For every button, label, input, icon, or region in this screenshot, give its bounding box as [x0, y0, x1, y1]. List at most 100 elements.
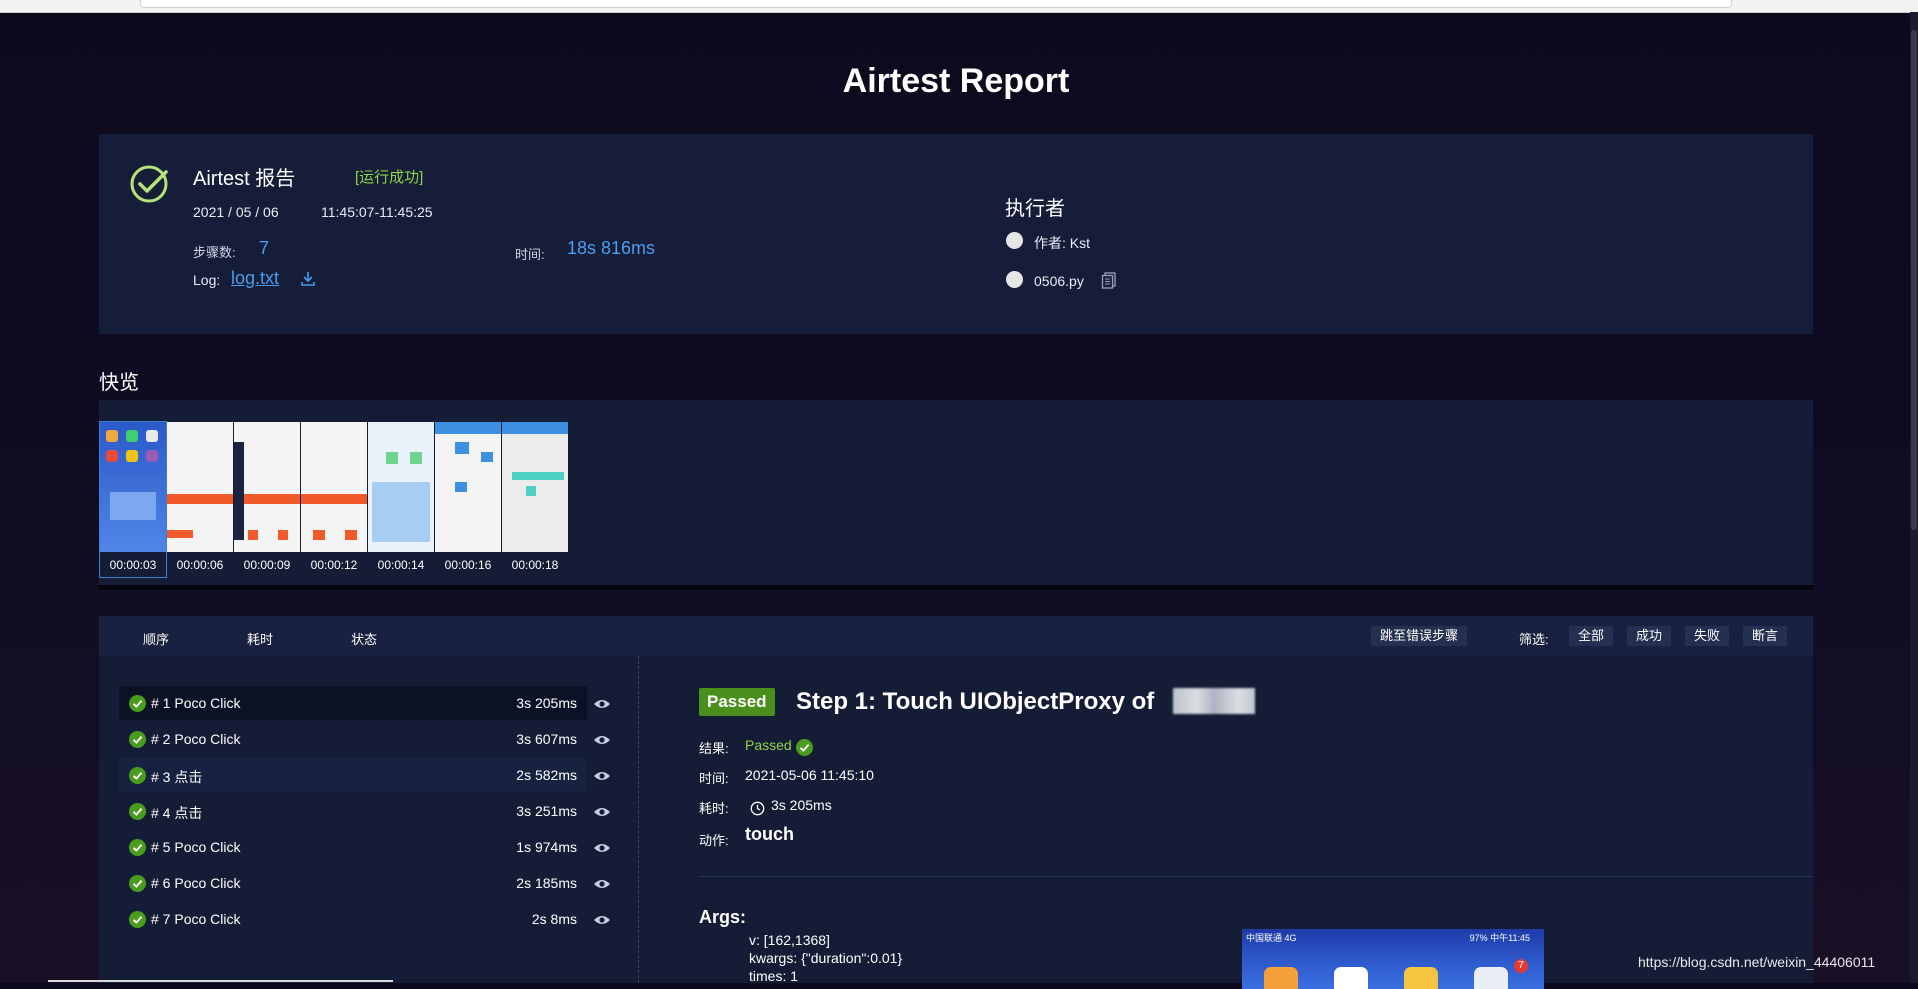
filter-assert-button[interactable]: 断言 — [1743, 626, 1788, 646]
total-duration-label: 时间: — [515, 247, 545, 262]
step-success-icon — [129, 803, 146, 820]
jump-to-error-button[interactable]: 跳至错误步骤 — [1371, 626, 1468, 646]
steps-count-label: 步骤数: — [193, 245, 236, 260]
page-scrollbar[interactable] — [1910, 12, 1918, 983]
overview-title: 快览 — [99, 372, 139, 394]
overview-strip: 00:00:03 00:00:06 00:00:09 00:00:12 00:0… — [99, 400, 1813, 590]
step-duration: 2s 582ms — [516, 767, 577, 783]
thumbnail-time: 00:00:18 — [511, 558, 559, 572]
thumbnail-time: 00:00:06 — [176, 558, 224, 572]
app-icon — [1334, 967, 1368, 989]
step-label: # 5 Poco Click — [151, 839, 241, 855]
step-success-icon — [129, 911, 146, 928]
step-label: # 1 Poco Click — [151, 695, 241, 711]
app-icon — [1404, 967, 1438, 989]
app-icon — [1264, 967, 1298, 989]
step-row[interactable]: # 7 Poco Click 2s 8ms — [119, 902, 587, 936]
browser-toolbar — [0, 0, 1918, 13]
notification-badge: 7 — [1514, 959, 1528, 973]
arg-line: kwargs: {"duration":0.01} — [749, 950, 903, 966]
panel-divider — [638, 656, 639, 983]
step-label: # 2 Poco Click — [151, 731, 241, 747]
step-success-icon — [129, 875, 146, 892]
download-icon[interactable] — [299, 270, 317, 288]
total-duration-value: 18s 816ms — [567, 238, 656, 258]
step-success-icon — [129, 695, 146, 712]
phone-status-left: 中国联通 4G — [1246, 933, 1297, 943]
report-time-range: 11:45:07-11:45:25 — [321, 204, 433, 220]
steps-count-value: 7 — [259, 238, 270, 258]
step-duration: 3s 251ms — [516, 803, 577, 819]
sort-by-duration[interactable]: 耗时 — [247, 629, 273, 648]
copy-icon[interactable] — [1101, 272, 1117, 289]
step-duration: 2s 185ms — [516, 875, 577, 891]
scrollbar-thumb[interactable] — [1911, 30, 1917, 530]
step-row[interactable]: # 3 点击 2s 582ms — [119, 758, 587, 792]
sort-by-order[interactable]: 顺序 — [143, 629, 169, 648]
steps-toolbar: 顺序 耗时 状态 跳至错误步骤 筛选: 全部 成功 失败 断言 — [99, 616, 1813, 656]
step-detail-title: Step 1: Touch UIObjectProxy of — [796, 688, 1155, 715]
thumbnail[interactable]: 00:00:16 — [435, 422, 501, 577]
bottom-bar — [48, 980, 393, 982]
summary-panel: Airtest 报告 [运行成功] 2021 / 05 / 06 11:45:0… — [99, 134, 1813, 334]
arg-line: times: 1 — [749, 968, 799, 984]
thumbnail[interactable]: 00:00:06 — [167, 422, 233, 577]
page-title: Airtest Report — [842, 62, 1070, 100]
arg-line: v: [162,1368] — [749, 932, 830, 948]
thumbnail[interactable]: 00:00:03 — [99, 421, 167, 578]
step-duration: 1s 974ms — [516, 839, 577, 855]
steps-panel: 顺序 耗时 状态 跳至错误步骤 筛选: 全部 成功 失败 断言 # 1 Poco… — [99, 616, 1813, 989]
step-label: # 3 点击 — [151, 769, 203, 785]
eye-icon[interactable] — [593, 914, 611, 926]
thumbnail[interactable]: 00:00:09 — [234, 422, 300, 577]
phone-status-right: 97% 中午11:45 — [1469, 933, 1530, 943]
step-row[interactable]: # 4 点击 3s 251ms — [119, 794, 587, 828]
thumbnail-time: 00:00:03 — [109, 558, 157, 572]
step-success-icon — [129, 731, 146, 748]
script-avatar — [1006, 271, 1023, 288]
filter-label: 筛选: — [1519, 632, 1549, 647]
step-label: # 4 点击 — [151, 805, 203, 821]
eye-icon[interactable] — [593, 770, 611, 782]
redacted-text — [1173, 688, 1255, 714]
thumbnail[interactable]: 00:00:18 — [502, 422, 568, 577]
passed-badge: Passed — [699, 688, 775, 716]
script-name: 0506.py — [1034, 273, 1084, 289]
step-row[interactable]: # 2 Poco Click 3s 607ms — [119, 722, 587, 756]
filter-fail-button[interactable]: 失败 — [1685, 626, 1730, 646]
thumbnail-time: 00:00:16 — [444, 558, 492, 572]
eye-icon[interactable] — [593, 698, 611, 710]
step-screenshot[interactable]: 中国联通 4G 97% 中午11:45 7 — [1242, 929, 1544, 989]
filter-success-button[interactable]: 成功 — [1627, 626, 1672, 646]
step-row[interactable]: # 6 Poco Click 2s 185ms — [119, 866, 587, 900]
eye-icon[interactable] — [593, 878, 611, 890]
step-row[interactable]: # 1 Poco Click 3s 205ms — [119, 686, 587, 720]
action-label: 动作: — [699, 833, 729, 848]
eye-icon[interactable] — [593, 734, 611, 746]
thumbnail-time: 00:00:09 — [243, 558, 291, 572]
step-duration: 3s 205ms — [516, 695, 577, 711]
step-row[interactable]: # 5 Poco Click 1s 974ms — [119, 830, 587, 864]
thumbnail[interactable]: 00:00:14 — [368, 422, 434, 577]
report-title: Airtest 报告 — [193, 168, 296, 190]
step-success-icon — [129, 767, 146, 784]
sort-by-status[interactable]: 状态 — [351, 629, 377, 648]
duration-label: 耗时: — [699, 801, 729, 816]
address-bar[interactable] — [140, 0, 1732, 8]
thumbnail[interactable]: 00:00:12 — [301, 422, 367, 577]
time-label: 时间: — [699, 771, 729, 786]
step-duration: 2s 8ms — [531, 911, 577, 927]
result-value: Passed — [745, 737, 792, 753]
eye-icon[interactable] — [593, 806, 611, 818]
watermark: https://blog.csdn.net/weixin_44406011 — [1638, 954, 1876, 970]
result-label: 结果: — [699, 741, 729, 756]
author-name: 作者: Kst — [1034, 235, 1091, 251]
time-value: 2021-05-06 11:45:10 — [745, 767, 874, 783]
eye-icon[interactable] — [593, 842, 611, 854]
report-date: 2021 / 05 / 06 — [193, 204, 279, 220]
step-label: # 6 Poco Click — [151, 875, 241, 891]
args-title: Args: — [699, 907, 747, 927]
app-icon — [1474, 967, 1508, 989]
log-file-link[interactable]: log.txt — [231, 268, 279, 289]
filter-all-button[interactable]: 全部 — [1569, 626, 1614, 646]
